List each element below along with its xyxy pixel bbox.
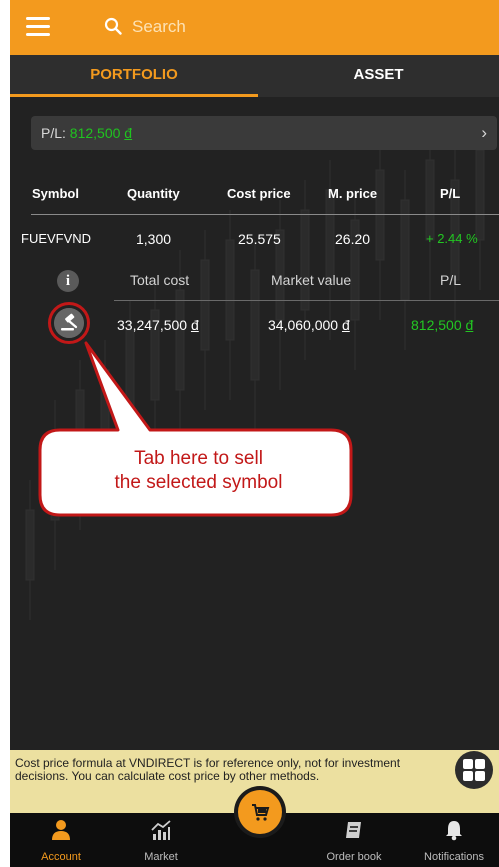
search-icon[interactable] [104, 17, 122, 35]
detail-divider [114, 300, 499, 301]
cell-symbol[interactable]: FUEVFVND [21, 231, 91, 246]
app-screen: Search PORTFOLIO ASSET P/L: 812,500 đ › … [10, 0, 499, 867]
pl-summary-text: P/L: 812,500 đ [41, 125, 132, 141]
header-pl: P/L [440, 186, 461, 201]
table-divider [31, 214, 499, 215]
order-book-icon [346, 822, 361, 838]
search-input[interactable]: Search [132, 17, 186, 37]
cell-cost-price: 25.575 [238, 231, 281, 247]
detail-header-market-value: Market value [271, 272, 352, 288]
nav-market[interactable]: Market [116, 813, 206, 867]
hamburger-menu-icon[interactable] [26, 17, 50, 37]
sell-gavel-icon[interactable] [54, 308, 84, 338]
nav-notifications-label: Notifications [424, 851, 484, 863]
currency-symbol: đ [190, 317, 199, 333]
pl-summary-value: 812,500 [69, 125, 121, 141]
currency-symbol: đ [341, 317, 350, 333]
callout-line-2: the selected symbol [114, 472, 283, 493]
cart-button-inner [238, 790, 282, 834]
detail-pl-value: 812,500 [411, 317, 462, 333]
grid-menu-icon[interactable] [455, 751, 493, 789]
pl-summary-label: P/L: [41, 125, 66, 141]
header-quantity: Quantity [127, 186, 180, 201]
header-market-price: M. price [328, 186, 378, 201]
cart-button[interactable] [234, 786, 286, 838]
callout-line-1: Tab here to sell [134, 448, 263, 469]
detail-pl: 812,500 đ [411, 317, 473, 333]
person-icon [52, 820, 70, 840]
detail-market-value: 34,060,000 đ [268, 317, 350, 333]
tab-asset[interactable]: ASSET [258, 55, 499, 97]
nav-notifications[interactable]: Notifications [409, 813, 499, 867]
detail-header-pl: P/L [440, 272, 462, 288]
nav-account[interactable]: Account [16, 813, 106, 867]
detail-header-total-cost: Total cost [130, 272, 190, 288]
notice-text: Cost price formula at VNDIRECT is for re… [15, 756, 401, 783]
detail-market-value-value: 34,060,000 [268, 317, 339, 333]
market-chart-icon [151, 820, 171, 840]
cell-pl-percent: + 2.44 % [426, 231, 478, 246]
currency-symbol: đ [124, 125, 133, 141]
chevron-right-icon[interactable]: › [481, 123, 487, 143]
cell-market-price: 26.20 [335, 231, 371, 247]
currency-symbol: đ [465, 317, 474, 333]
top-app-bar: Search [10, 0, 499, 55]
tab-bar: PORTFOLIO ASSET [10, 55, 499, 97]
header-symbol: Symbol [32, 186, 79, 201]
info-icon[interactable]: i [57, 270, 79, 292]
header-cost-price: Cost price [227, 186, 291, 201]
detail-total-cost: 33,247,500 đ [117, 317, 199, 333]
pl-summary-bar[interactable]: P/L: 812,500 đ › [31, 116, 497, 150]
nav-market-label: Market [144, 851, 178, 863]
nav-order-book-label: Order book [326, 851, 382, 863]
cell-quantity: 1,300 [136, 231, 172, 247]
nav-account-label: Account [41, 851, 81, 863]
cart-icon [252, 804, 270, 821]
detail-total-cost-value: 33,247,500 [117, 317, 188, 333]
callout-text: Tab here to sell the selected symbol [46, 447, 351, 495]
bell-icon [446, 821, 462, 841]
tab-portfolio[interactable]: PORTFOLIO [10, 55, 258, 97]
nav-order-book[interactable]: Order book [309, 813, 399, 867]
